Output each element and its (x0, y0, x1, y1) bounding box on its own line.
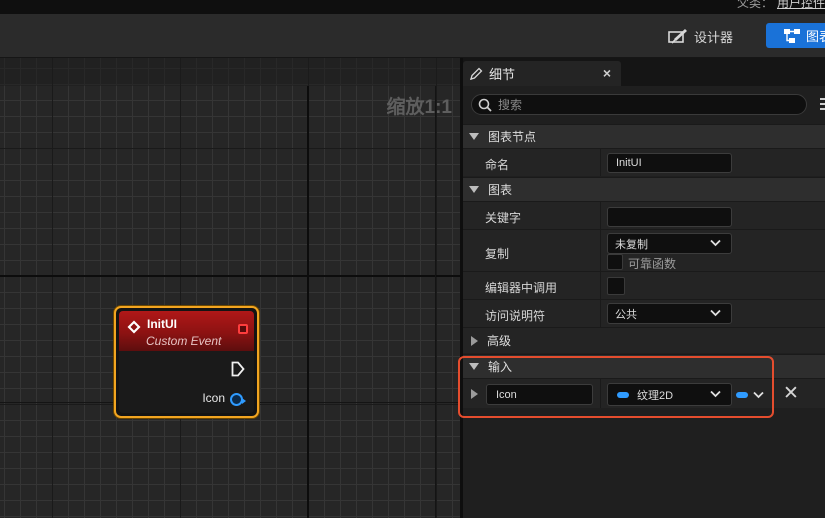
collapse-arrow-icon (469, 363, 479, 370)
node-title: InitUI (147, 317, 177, 331)
property-row-access-specifier: 访问说明符 公共 (463, 299, 825, 327)
output-pin-label: Icon (202, 391, 225, 405)
section-advanced-header[interactable]: 高级 (463, 327, 825, 353)
mode-toolbar: 设计器 图表 (0, 14, 825, 58)
details-tab-bar: 细节 × (463, 58, 825, 86)
section-graph-node-header[interactable]: 图表节点 (463, 124, 825, 148)
details-panel: 细节 × 图表节点 命名 InitUI (463, 58, 825, 518)
section-inputs-header[interactable]: 输入 (463, 354, 825, 378)
object-output-pin[interactable] (230, 393, 246, 406)
grid-major-line (0, 275, 460, 277)
chevron-down-icon (710, 239, 721, 247)
input-parameter-row: Icon 纹理2D ✕ (463, 378, 825, 408)
chevron-down-icon (710, 390, 721, 398)
pencil-icon (470, 67, 483, 80)
expand-arrow-icon (471, 335, 478, 346)
designer-label: 设计器 (694, 29, 734, 45)
search-input[interactable] (498, 97, 788, 112)
section-title: 输入 (488, 360, 513, 374)
dropdown-value: 未复制 (615, 238, 648, 251)
tab-details-label: 细节 (489, 67, 516, 82)
property-row-call-in-editor: 编辑器中调用 (463, 271, 825, 299)
parent-class-text: 父类： 用户控件 (737, 0, 825, 11)
collapse-arrow-icon (469, 133, 479, 140)
details-search-box (471, 94, 807, 115)
dropdown-value: 纹理2D (637, 389, 674, 402)
event-diamond-icon (127, 320, 141, 334)
node-subtitle: Custom Event (146, 334, 222, 348)
chevron-down-icon (753, 391, 764, 399)
collapse-arrow-icon (469, 186, 479, 193)
dropdown-value: 公共 (615, 308, 637, 321)
call-in-editor-checkbox[interactable] (607, 277, 625, 295)
expand-arrow-icon[interactable] (471, 389, 478, 399)
graph-mode-button[interactable]: 图表 (766, 23, 825, 48)
custom-event-node[interactable]: InitUI Custom Event Icon (114, 306, 259, 418)
section-title: 高级 (487, 334, 512, 348)
node-header[interactable]: InitUI Custom Event (119, 311, 254, 351)
replicates-dropdown[interactable]: 未复制 (607, 233, 732, 254)
exec-output-pin-icon[interactable] (231, 361, 245, 377)
blueprint-editor: 父类： 用户控件 设计器 图表 缩放1:1 (0, 0, 825, 518)
graph-label: 图表 (806, 29, 825, 44)
zoom-level: 缩放1:1 (386, 97, 452, 118)
container-type-dropdown[interactable] (736, 386, 772, 404)
reliable-label: 可靠函数 (628, 257, 677, 271)
access-specifier-dropdown[interactable]: 公共 (607, 303, 732, 324)
designer-icon (668, 29, 687, 44)
property-row-keywords: 关键字 (463, 201, 825, 229)
parameter-name-field[interactable]: Icon (486, 384, 593, 405)
column-divider (600, 379, 601, 408)
search-icon (478, 98, 492, 112)
grid-major-line (307, 86, 309, 518)
chevron-down-icon (710, 309, 721, 317)
name-field[interactable]: InitUI (607, 153, 732, 173)
section-title: 图表 (488, 183, 513, 197)
close-tab-icon[interactable]: × (603, 65, 611, 81)
parent-class-link[interactable]: 用户控件 (777, 0, 825, 10)
property-label: 访问说明符 (485, 309, 546, 323)
delegate-pin[interactable] (238, 324, 248, 334)
graph-header-band (0, 58, 460, 86)
graph-icon (784, 28, 800, 43)
parameter-type-dropdown[interactable]: 纹理2D (607, 383, 732, 406)
grid-major-line (435, 86, 436, 518)
remove-parameter-icon[interactable]: ✕ (783, 382, 799, 406)
property-row-replicates: 复制 未复制 可靠函数 (463, 229, 825, 271)
column-divider (600, 149, 601, 176)
parent-class-label: 父类： (736, 0, 773, 10)
single-container-icon (736, 392, 748, 398)
view-options-icon[interactable] (820, 97, 825, 111)
column-divider (600, 272, 601, 299)
property-label: 复制 (485, 247, 510, 261)
property-row-name: 命名 InitUI (463, 148, 825, 176)
column-divider (600, 300, 601, 327)
object-type-pill-icon (617, 391, 629, 398)
property-label: 关键字 (485, 211, 522, 225)
designer-mode-button[interactable]: 设计器 (668, 24, 733, 48)
column-divider (600, 202, 601, 229)
section-title: 图表节点 (488, 130, 537, 144)
reliable-checkbox[interactable] (607, 254, 623, 270)
property-label: 命名 (485, 158, 510, 172)
tab-details[interactable]: 细节 × (463, 61, 621, 86)
title-strip: 父类： 用户控件 (0, 0, 825, 14)
keywords-field[interactable] (607, 207, 732, 227)
section-graph-header[interactable]: 图表 (463, 177, 825, 201)
column-divider (600, 230, 601, 271)
property-label: 编辑器中调用 (485, 281, 558, 295)
graph-canvas[interactable]: 缩放1:1 InitUI Custom Event Icon (0, 58, 460, 518)
